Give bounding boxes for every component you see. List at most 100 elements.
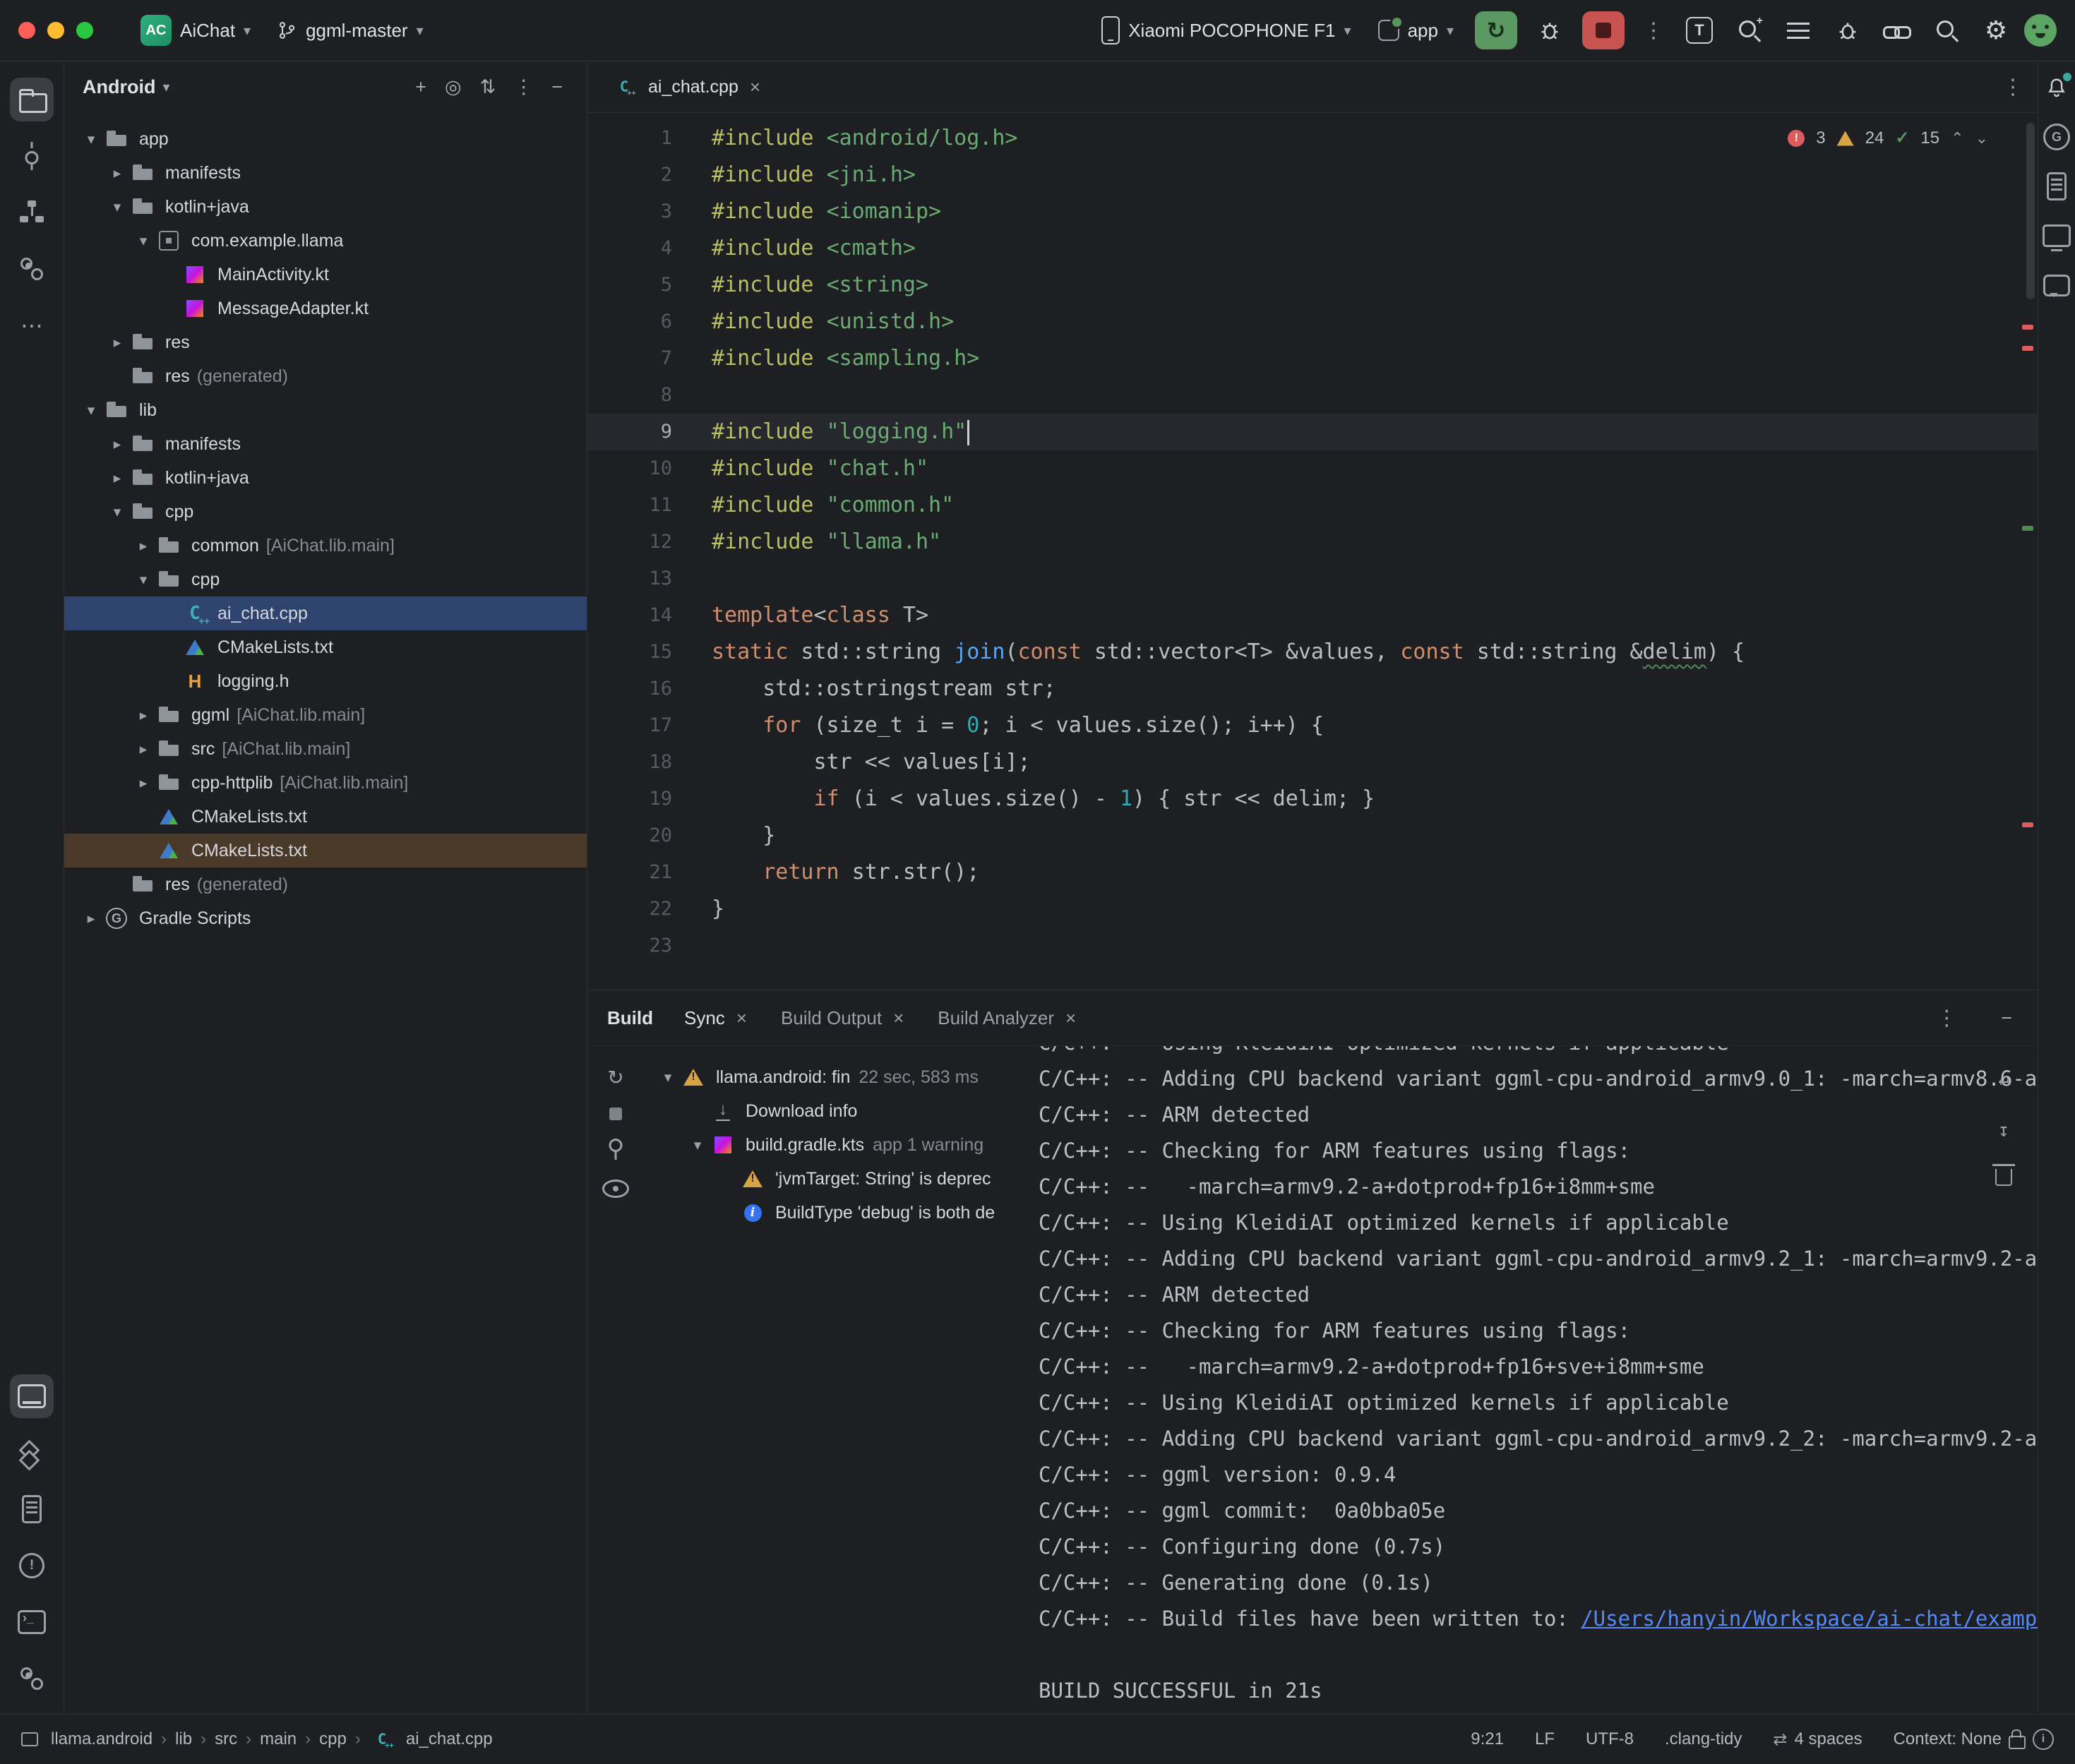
branch-widget[interactable]: ggml-master — [268, 14, 433, 47]
error-stripe-mark[interactable] — [2022, 346, 2033, 351]
build-tree-item[interactable]: Download info — [644, 1094, 1029, 1128]
project-tree-item[interactable]: CMakeLists.txt — [64, 834, 587, 868]
chevron-icon[interactable] — [131, 232, 156, 250]
chevron-icon[interactable] — [131, 707, 156, 724]
add-button[interactable] — [409, 76, 432, 98]
scroll-to-end-icon[interactable] — [1998, 1112, 2009, 1149]
project-widget[interactable]: AC AiChat — [131, 9, 261, 52]
breadcrumb-item[interactable]: main — [260, 1729, 297, 1749]
project-tree-item[interactable]: kotlin+java — [64, 461, 587, 495]
app-insights-button[interactable] — [2040, 269, 2073, 301]
user-avatar[interactable] — [2024, 14, 2057, 47]
code-line[interactable]: 15static std::string join(const std::vec… — [587, 634, 2038, 671]
editor-options-button[interactable] — [1995, 75, 2031, 100]
code-line[interactable]: 21 return str.str(); — [587, 854, 2038, 891]
code-line[interactable]: 16 std::ostringstream str; — [587, 671, 2038, 707]
breadcrumb-item[interactable]: cpp — [319, 1729, 347, 1749]
gradle-tool-button[interactable] — [2040, 121, 2073, 153]
project-tree-item[interactable]: com.example.llama — [64, 224, 587, 258]
error-stripe-mark[interactable] — [2022, 822, 2033, 827]
breadcrumb-item[interactable]: lib — [175, 1729, 192, 1749]
structure-tool-button[interactable] — [10, 191, 54, 234]
minimize-window-button[interactable] — [47, 22, 64, 39]
code-line[interactable]: 7#include <sampling.h> — [587, 340, 2038, 377]
breadcrumb-item[interactable]: ai_chat.cpp — [406, 1729, 493, 1749]
view-options-button[interactable] — [1777, 11, 1819, 49]
build-output-path-link[interactable]: /Users/hanyin/Workspace/ai-chat/examples… — [1581, 1607, 2038, 1631]
code-line[interactable]: 4#include <cmath> — [587, 230, 2038, 267]
filter-eye-icon[interactable] — [602, 1180, 629, 1198]
code-line[interactable]: 14template<class T> — [587, 597, 2038, 634]
code-line[interactable]: 17 for (size_t i = 0; i < values.size();… — [587, 707, 2038, 744]
project-tree-item[interactable]: cpp-httplib[AiChat.lib.main] — [64, 766, 587, 800]
chevron-icon[interactable] — [104, 469, 130, 487]
chevron-icon[interactable] — [78, 402, 104, 419]
code-line[interactable]: 2#include <jni.h> — [587, 157, 2038, 193]
build-tree-item[interactable]: llama.android: fin22 sec, 583 ms — [644, 1060, 1029, 1094]
zoom-window-button[interactable] — [76, 22, 93, 39]
project-tree-item[interactable]: res — [64, 325, 587, 359]
translate-tool-button[interactable] — [1678, 11, 1721, 49]
code-line[interactable]: 22} — [587, 891, 2038, 928]
status-clang-tidy[interactable]: .clang-tidy — [1665, 1729, 1742, 1749]
inspections-widget[interactable]: 3 24 15 ⌃ ⌄ — [1788, 120, 1988, 157]
profiler-button[interactable] — [1826, 11, 1869, 49]
notifications-button[interactable] — [2040, 71, 2073, 104]
clear-console-icon[interactable] — [1995, 1169, 2012, 1186]
notifications-status-icon[interactable] — [2033, 1729, 2054, 1750]
build-tool-button[interactable] — [10, 1374, 54, 1418]
project-tree-item[interactable]: ggml[AiChat.lib.main] — [64, 698, 587, 732]
build-tab-build-output[interactable]: Build Output× — [781, 1007, 907, 1029]
close-tab-icon[interactable]: × — [747, 76, 763, 98]
status-indent[interactable]: ⇄4 spaces — [1773, 1729, 1862, 1750]
chevron-icon[interactable] — [655, 1069, 681, 1086]
status-line-separator[interactable]: LF — [1535, 1729, 1555, 1749]
build-tab-sync[interactable]: Sync× — [684, 1007, 750, 1029]
pull-requests-tool-button[interactable] — [10, 247, 54, 291]
project-tree-item[interactable]: res(generated) — [64, 359, 587, 393]
panel-options-button[interactable] — [508, 76, 539, 98]
chevron-icon[interactable] — [104, 334, 130, 352]
device-selector[interactable]: Xiaomi POCOPHONE F1 — [1092, 11, 1361, 50]
change-stripe-mark[interactable] — [2022, 526, 2033, 531]
search-everywhere-button[interactable] — [1925, 11, 1968, 49]
pin-icon[interactable] — [609, 1139, 623, 1161]
chevron-icon[interactable] — [78, 910, 104, 928]
editor-scrollbar[interactable] — [2026, 123, 2035, 299]
stop-sync-icon[interactable] — [609, 1108, 622, 1120]
build-tab-build[interactable]: Build — [607, 1007, 653, 1029]
chevron-icon[interactable] — [131, 571, 156, 589]
settings-button[interactable] — [1975, 11, 2017, 49]
expand-collapse-button[interactable] — [474, 76, 502, 98]
project-tree-item[interactable]: lib — [64, 393, 587, 427]
code-line[interactable]: 3#include <iomanip> — [587, 193, 2038, 230]
hide-panel-button[interactable] — [546, 76, 568, 98]
code-line[interactable]: 20 } — [587, 817, 2038, 854]
next-issue-button[interactable]: ⌄ — [1975, 120, 1988, 157]
close-tab-icon[interactable]: × — [734, 1007, 750, 1029]
version-control-tool-button[interactable] — [10, 1657, 54, 1700]
code-line[interactable]: 5#include <string> — [587, 267, 2038, 304]
debug-button[interactable] — [1529, 11, 1571, 49]
code-line[interactable]: 8 — [587, 377, 2038, 414]
chevron-icon[interactable] — [104, 503, 130, 521]
code-line[interactable]: 18 str << values[i]; — [587, 744, 2038, 781]
chevron-icon[interactable] — [104, 164, 130, 182]
project-tree-item[interactable]: src[AiChat.lib.main] — [64, 732, 587, 766]
status-caret-position[interactable]: 9:21 — [1471, 1729, 1504, 1749]
chevron-icon[interactable] — [78, 131, 104, 148]
more-tools-button[interactable] — [10, 304, 54, 347]
prev-issue-button[interactable]: ⌃ — [1951, 120, 1963, 157]
stop-button[interactable] — [1582, 11, 1625, 49]
project-tree-item[interactable]: manifests — [64, 427, 587, 461]
code-line[interactable]: 13 — [587, 560, 2038, 597]
project-tool-button[interactable] — [10, 78, 54, 121]
chevron-icon[interactable] — [131, 774, 156, 792]
code-line[interactable]: 10#include "chat.h" — [587, 450, 2038, 487]
breadcrumb-item[interactable]: src — [215, 1729, 237, 1749]
project-tree-item[interactable]: manifests — [64, 156, 587, 190]
code-editor[interactable]: 1#include <android/log.h>2#include <jni.… — [587, 113, 2038, 990]
more-actions-button[interactable] — [1636, 18, 1671, 43]
running-devices-button[interactable] — [2040, 220, 2073, 252]
run-button[interactable] — [1475, 11, 1517, 49]
